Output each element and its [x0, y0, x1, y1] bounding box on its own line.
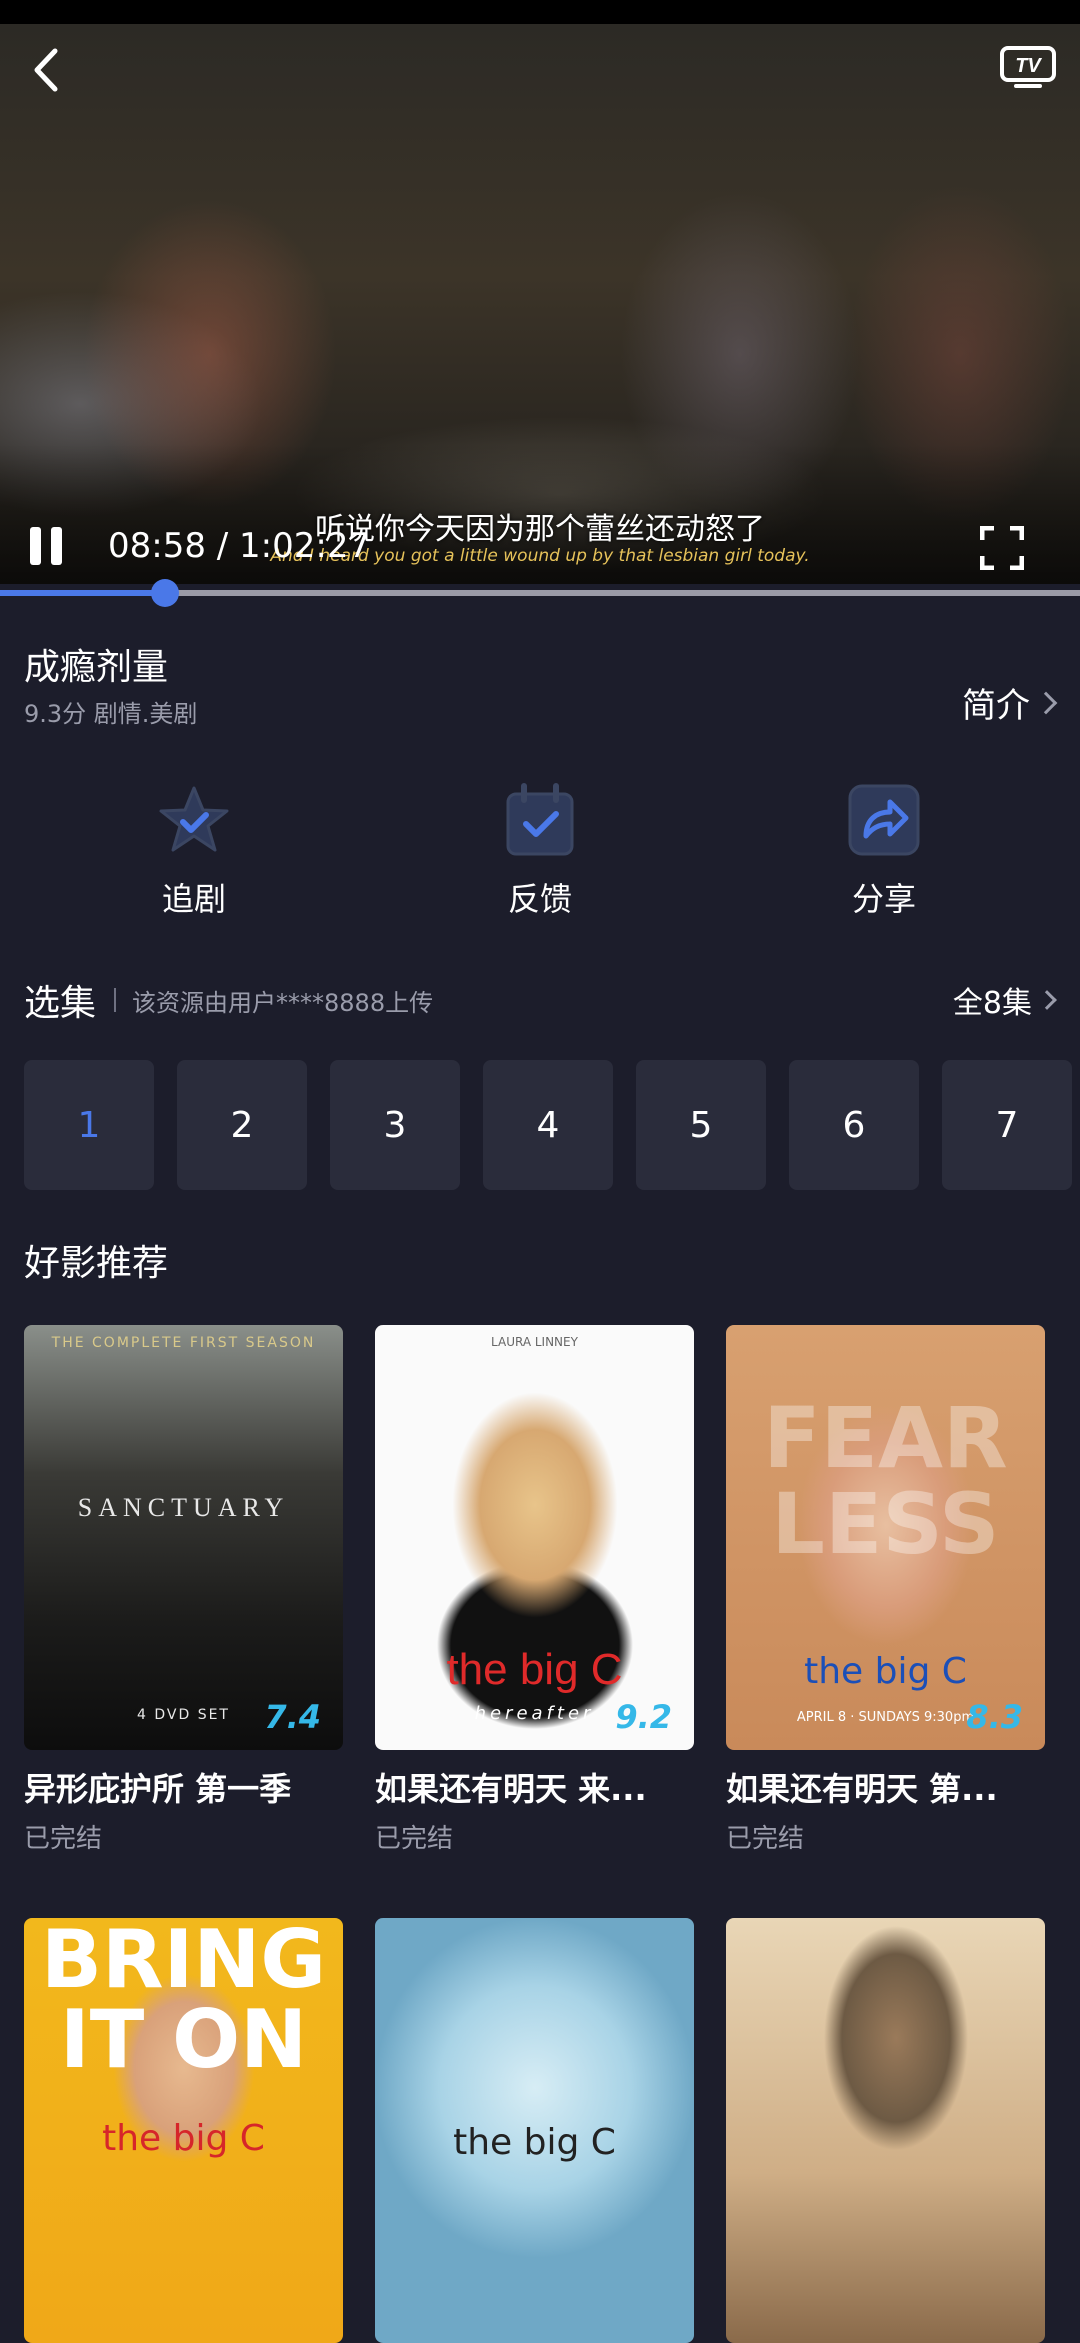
tv-icon: TV — [1000, 46, 1056, 88]
episode-button[interactable]: 3 — [330, 1060, 460, 1190]
poster-image: THE COMPLETE FIRST SEASON SANCTUARY 4 DV… — [24, 1325, 343, 1750]
poster-image — [726, 1918, 1045, 2343]
recommend-heading: 好影推荐 — [24, 1243, 169, 1284]
pause-button[interactable] — [30, 524, 70, 568]
episode-button[interactable]: 1 — [24, 1060, 154, 1190]
poster-image: the big C — [375, 1918, 694, 2343]
all-episodes-link[interactable]: 全8集 — [952, 978, 1057, 1022]
tv-label: TV — [1015, 55, 1042, 77]
pause-icon-bar-left — [30, 527, 41, 565]
poster-title-text: the big C — [804, 1651, 967, 1692]
recommend-card[interactable]: FEAR LESS the big C APRIL 8 · SUNDAYS 9:… — [726, 1325, 1045, 1855]
poster-top-text: THE COMPLETE FIRST SEASON — [51, 1335, 316, 1351]
status-bar — [0, 0, 1080, 24]
episode-list: 1 2 3 4 5 6 7 — [24, 1060, 1080, 1190]
playback-time: 08:58 / 1:02:27 — [108, 526, 371, 566]
episode-button[interactable]: 4 — [483, 1060, 613, 1190]
follow-button[interactable]: 追剧 — [114, 780, 274, 920]
card-status: 已完结 — [375, 1824, 454, 1854]
show-title: 成瘾剂量 — [24, 647, 169, 688]
intro-link[interactable]: 简介 — [962, 678, 1058, 727]
divider — [114, 988, 117, 1012]
action-row: 追剧 反馈 分享 — [0, 780, 1080, 920]
tv-cast-button[interactable]: TV — [998, 44, 1058, 90]
poster-title-text: BRING IT ON — [41, 1918, 326, 2086]
rating-score: 7.4 — [264, 1698, 321, 1736]
poster-bottom-text: the big C — [102, 2118, 265, 2159]
recommend-card[interactable]: BRING IT ON the big C — [24, 1918, 343, 2343]
chevron-right-icon — [1034, 691, 1058, 714]
star-check-icon — [159, 786, 229, 852]
rating-score: 9.2 — [615, 1698, 672, 1736]
card-status: 已完结 — [726, 1824, 805, 1854]
feedback-button[interactable]: 反馈 — [460, 780, 620, 920]
progress-fill — [0, 590, 166, 596]
episode-button[interactable]: 7 — [942, 1060, 1072, 1190]
poster-image: BRING IT ON the big C — [24, 1918, 343, 2343]
poster-title-text: the big C — [446, 1645, 623, 1694]
recommend-card[interactable]: LAURA LINNEY the big C hereafter 9.2 如果还… — [375, 1325, 694, 1855]
calendar-check-icon — [506, 783, 574, 856]
card-title: 异形庇护所 第一季 — [24, 1770, 292, 1808]
back-button[interactable] — [22, 46, 70, 94]
source-note: 该资源由用户****8888上传 — [132, 988, 434, 1017]
card-status: 已完结 — [24, 1824, 103, 1854]
poster-title-text: the big C — [453, 2122, 616, 2163]
follow-label: 追剧 — [161, 880, 226, 918]
card-title: 如果还有明天 来... — [375, 1770, 647, 1808]
recommend-card[interactable]: the big C — [375, 1918, 694, 2343]
card-title: 如果还有明天 第... — [726, 1770, 998, 1808]
video-player[interactable]: TV 听说你今天因为那个蕾丝还动怒了 And I heard you got a… — [0, 24, 1080, 584]
episode-button[interactable]: 5 — [636, 1060, 766, 1190]
fullscreen-icon — [979, 525, 1025, 571]
recommend-card[interactable]: THE COMPLETE FIRST SEASON SANCTUARY 4 DV… — [24, 1325, 343, 1855]
all-episodes-label: 全8集 — [952, 986, 1032, 1021]
progress-bar[interactable] — [0, 579, 1080, 607]
show-meta: 9.3分 剧情.美剧 — [24, 700, 198, 728]
share-label: 分享 — [851, 880, 916, 918]
episodes-header: 选集 该资源由用户****8888上传 — [24, 974, 433, 1026]
progress-handle[interactable] — [151, 579, 180, 607]
poster-top-text: FEAR LESS — [763, 1389, 1008, 1573]
episode-button[interactable]: 2 — [177, 1060, 307, 1190]
poster-title-text: SANCTUARY — [77, 1493, 290, 1522]
pause-icon-bar-right — [51, 527, 62, 565]
poster-top-text: LAURA LINNEY — [491, 1335, 578, 1349]
chevron-left-icon — [34, 48, 58, 92]
episode-button[interactable]: 6 — [789, 1060, 919, 1190]
rating-score: 8.3 — [966, 1698, 1023, 1736]
episodes-heading: 选集 — [24, 983, 97, 1024]
intro-label: 简介 — [962, 686, 1030, 726]
fullscreen-button[interactable] — [979, 525, 1025, 571]
poster-image: LAURA LINNEY the big C hereafter 9.2 — [375, 1325, 694, 1750]
share-arrow-icon — [848, 784, 920, 856]
feedback-label: 反馈 — [507, 880, 572, 918]
poster-image: FEAR LESS the big C APRIL 8 · SUNDAYS 9:… — [726, 1325, 1045, 1750]
share-button[interactable]: 分享 — [804, 780, 964, 920]
recommend-card[interactable] — [726, 1918, 1045, 2343]
chevron-right-icon — [1037, 990, 1057, 1010]
